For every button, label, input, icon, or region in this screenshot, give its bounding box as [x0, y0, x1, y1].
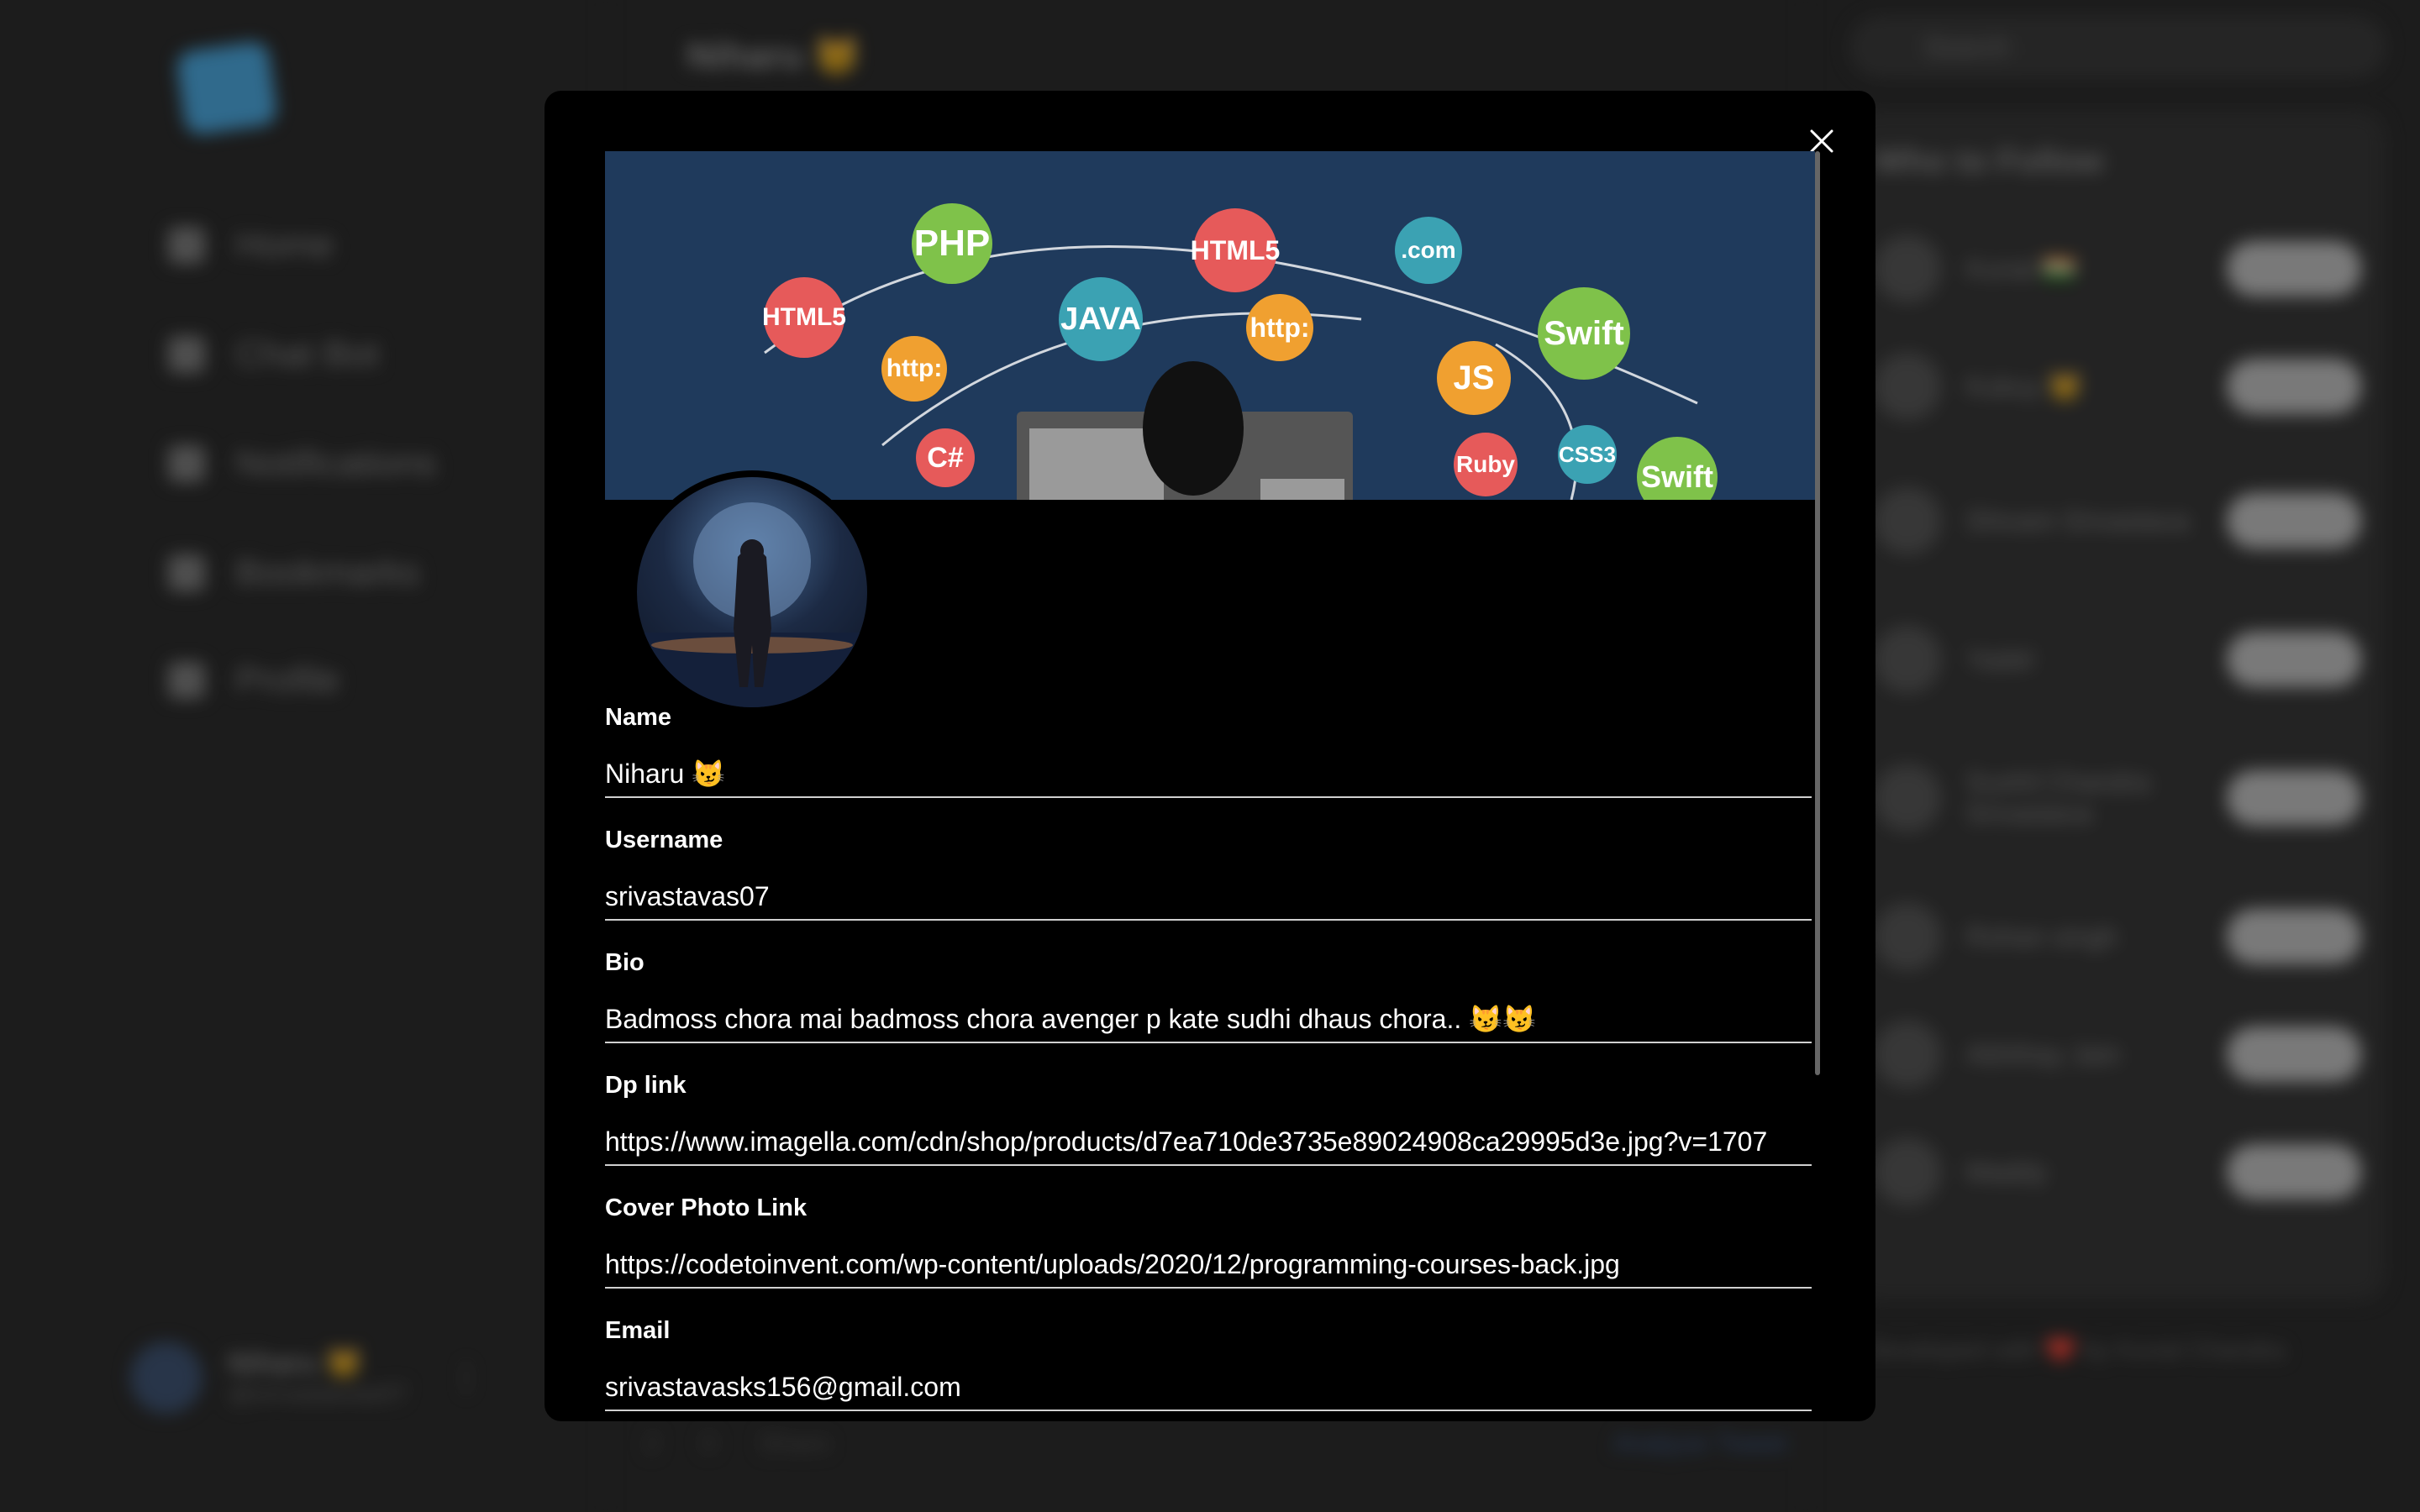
- cover-photo-link-label: Cover Photo Link: [605, 1194, 808, 1221]
- email-label: Email: [605, 1317, 671, 1344]
- dp-link-field-group: Dp link https://www.imagella.com/cdn/sho…: [605, 1065, 1815, 1188]
- cover-badge: HTML5: [762, 277, 846, 358]
- app-background: Home Chat Bot Notifications Bookmarks Pr…: [0, 0, 2420, 1512]
- username-field-group: Username srivastavas07: [605, 820, 1815, 942]
- name-field-group: Name Niharu 😼: [605, 697, 1815, 820]
- scrollbar[interactable]: [1815, 151, 1820, 1075]
- username-label: Username: [605, 827, 723, 853]
- cover-badge: PHP: [912, 203, 992, 284]
- cover-badge: http:: [881, 336, 947, 402]
- profile-picture[interactable]: [630, 470, 874, 714]
- cover-badge: C#: [916, 428, 975, 487]
- name-label: Name: [605, 704, 671, 731]
- email-field[interactable]: srivastavasks156@gmail.com: [605, 1366, 1812, 1411]
- name-field[interactable]: Niharu 😼: [605, 753, 1812, 798]
- cover-photo: PHP HTML5 JAVA http: .com Swift JS HTML5…: [605, 151, 1815, 500]
- close-icon: [1810, 129, 1833, 153]
- cover-badge: Ruby: [1454, 433, 1518, 496]
- email-field-group: Email srivastavasks156@gmail.com: [605, 1310, 1815, 1421]
- cover-badge: .com: [1395, 217, 1462, 284]
- cover-badge: CSS3: [1558, 425, 1617, 484]
- bio-label: Bio: [605, 949, 644, 976]
- cover-badge: JS: [1437, 341, 1511, 415]
- cover-badge: HTML5: [1191, 208, 1280, 292]
- username-field[interactable]: srivastavas07: [605, 875, 1812, 921]
- edit-profile-modal: PHP HTML5 JAVA http: .com Swift JS HTML5…: [544, 91, 1876, 1421]
- dp-link-label: Dp link: [605, 1072, 687, 1099]
- cover-badge: JAVA: [1059, 277, 1143, 361]
- cover-photo-link-field-group: Cover Photo Link https://codetoinvent.co…: [605, 1188, 1815, 1310]
- dp-link-field[interactable]: https://www.imagella.com/cdn/shop/produc…: [605, 1121, 1812, 1166]
- bio-field-group: Bio Badmoss chora mai badmoss chora aven…: [605, 942, 1815, 1065]
- cover-badge: http:: [1246, 294, 1313, 361]
- cover-photo-link-field[interactable]: https://codetoinvent.com/wp-content/uplo…: [605, 1243, 1812, 1289]
- profile-image: [637, 502, 867, 707]
- bio-field[interactable]: Badmoss chora mai badmoss chora avenger …: [605, 998, 1812, 1043]
- modal-content: PHP HTML5 JAVA http: .com Swift JS HTML5…: [605, 151, 1820, 1421]
- cover-badge: Swift: [1538, 287, 1630, 380]
- profile-form: Name Niharu 😼 Username srivastavas07 Bio…: [605, 697, 1815, 1421]
